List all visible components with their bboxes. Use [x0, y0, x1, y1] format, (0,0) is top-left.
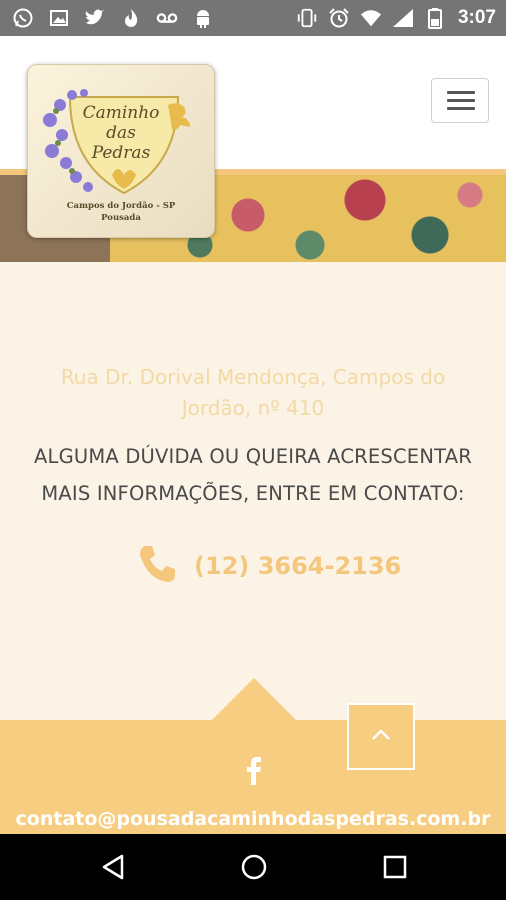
clock: 3:07: [457, 7, 496, 28]
voicemail-icon: [156, 7, 178, 29]
twitter-icon: [84, 7, 106, 29]
logo-name-line3: Pedras: [91, 143, 151, 163]
logo-city: Campos do Jordão - SP: [66, 201, 176, 211]
facebook-icon: [242, 757, 266, 789]
facebook-link[interactable]: [242, 755, 266, 785]
menu-button[interactable]: [431, 78, 489, 123]
fire-icon: [120, 7, 142, 29]
whatsapp-icon: [12, 7, 34, 29]
back-icon[interactable]: [98, 852, 128, 882]
phone-link[interactable]: (12) 3664-2136: [136, 544, 401, 588]
navigation-bar: [0, 834, 506, 900]
phone-icon: [136, 543, 178, 589]
status-bar: 3:07: [0, 0, 506, 36]
email-link[interactable]: contato@pousadacaminhodaspedras.com.br: [0, 808, 506, 830]
android-icon: [192, 7, 214, 29]
home-icon[interactable]: [239, 852, 269, 882]
contact-prompt: ALGUMA DÚVIDA OU QUEIRA ACRESCENTAR MAIS…: [33, 445, 473, 505]
chevron-up-icon: [370, 727, 392, 746]
vibrate-icon: [296, 7, 318, 29]
image-icon: [48, 7, 70, 29]
back-to-top-button[interactable]: [347, 703, 415, 770]
contact-section: Rua Dr. Dorival Mendonça, Campos do Jord…: [0, 262, 506, 720]
logo-name-line1: Caminho: [82, 103, 160, 123]
footer-notch: [211, 678, 297, 721]
logo[interactable]: Caminho das Pedras Campos do Jordão - SP…: [27, 64, 215, 238]
recents-icon[interactable]: [380, 852, 410, 882]
logo-tagline: Pousada: [101, 213, 141, 223]
logo-name-line2: das: [106, 123, 136, 143]
alarm-icon: [328, 7, 350, 29]
wifi-icon: [360, 7, 382, 29]
signal-icon: [392, 7, 414, 29]
address-text: Rua Dr. Dorival Mendonça, Campos do Jord…: [60, 365, 446, 420]
phone-number: (12) 3664-2136: [194, 552, 402, 580]
battery-icon: [424, 7, 446, 29]
